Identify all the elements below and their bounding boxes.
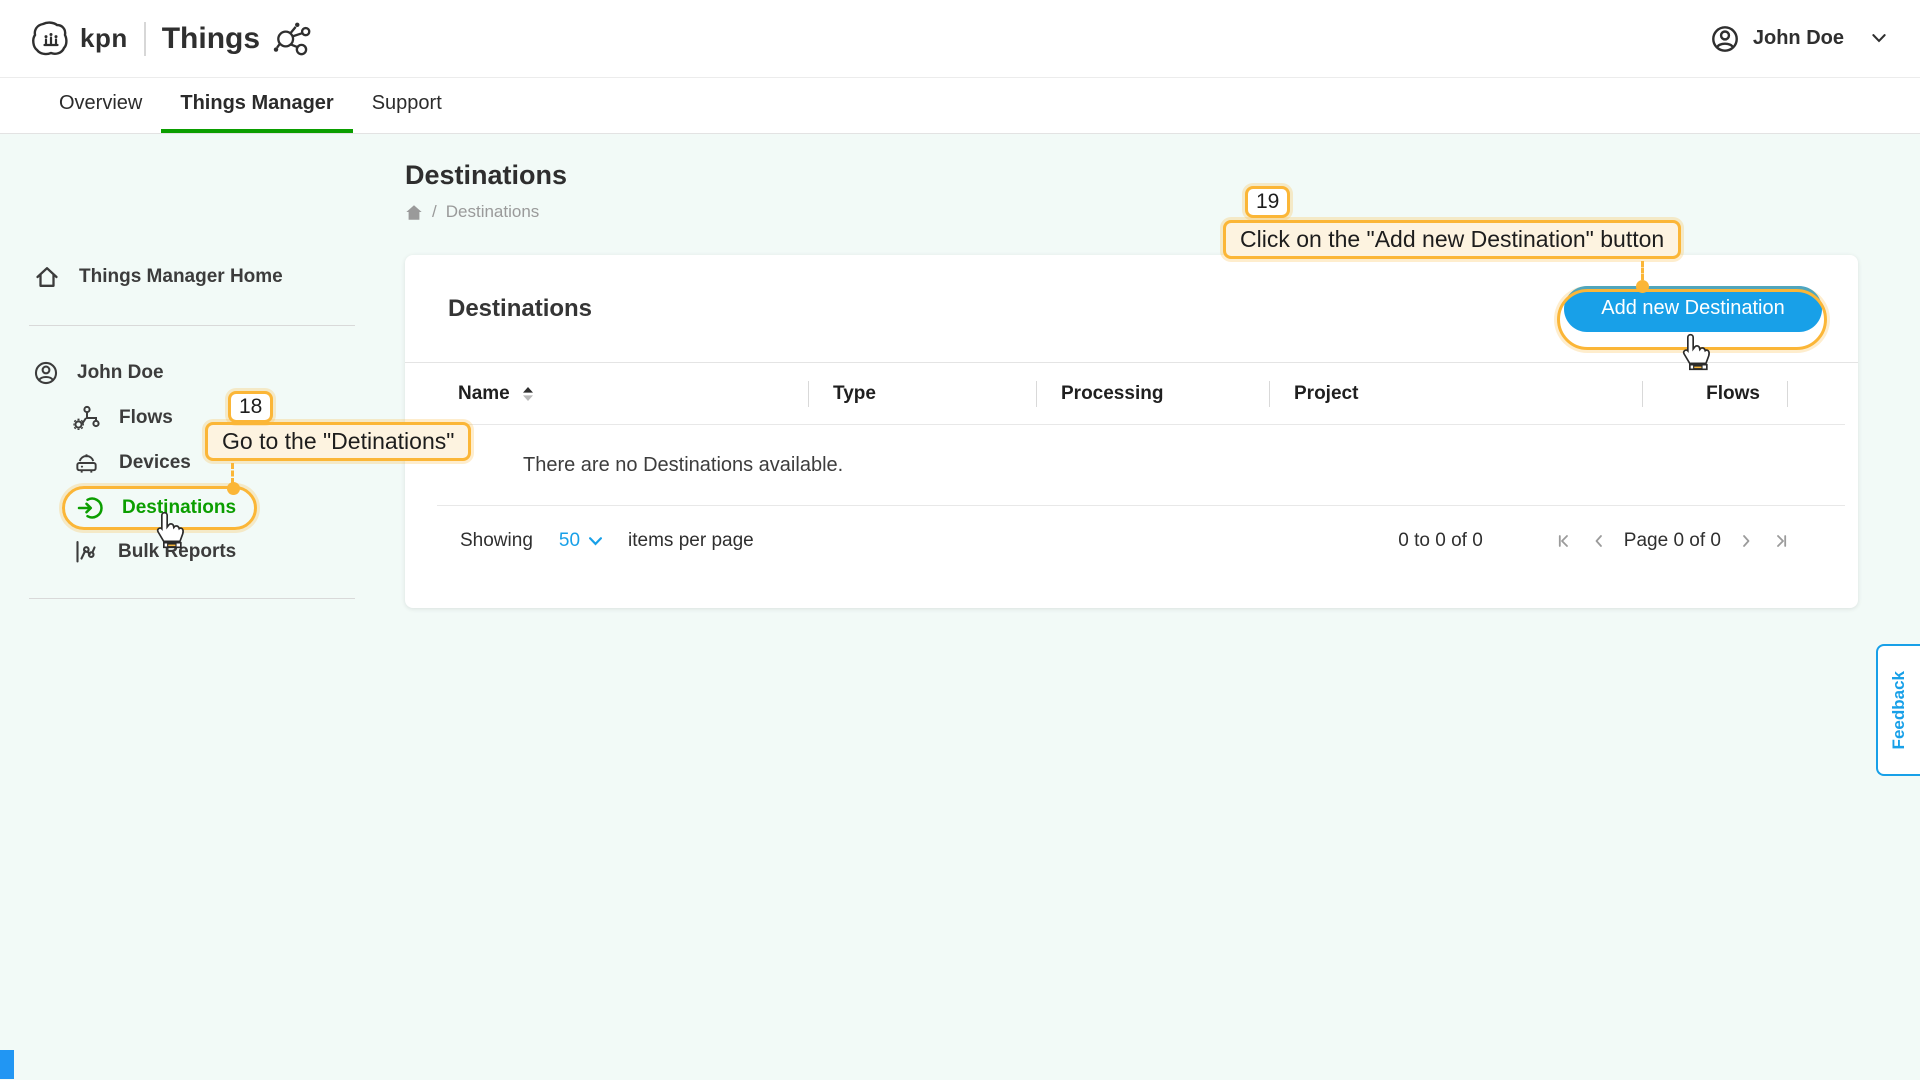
- step-19-connector-line: [1641, 261, 1644, 280]
- page-size-select[interactable]: 50: [559, 530, 602, 552]
- sidebar-divider: [29, 325, 355, 326]
- brand-product-text: Things: [162, 22, 260, 56]
- first-page-icon: [1556, 534, 1571, 548]
- sidebar-divider: [29, 598, 355, 599]
- previous-page-button[interactable]: [1593, 534, 1604, 548]
- hand-cursor-icon: [152, 510, 186, 550]
- brand-logo[interactable]: kpn Things: [29, 17, 312, 61]
- card-footer: Showing 50 items per page 0 to 0 of 0: [405, 506, 1858, 576]
- destinations-icon: [77, 495, 103, 521]
- card-title: Destinations: [448, 295, 592, 323]
- page-title: Destinations: [405, 160, 567, 191]
- page-size-value: 50: [559, 530, 580, 552]
- bulk-reports-icon: [73, 539, 99, 565]
- chevron-down-icon: [589, 537, 602, 546]
- main-nav: Overview Things Manager Support: [0, 78, 1920, 134]
- step-18-badge: 18: [228, 391, 273, 423]
- step-18-tooltip: Go to the "Detinations": [205, 422, 471, 461]
- page-size-control: Showing 50 items per page: [460, 530, 754, 552]
- sidebar-user-label: John Doe: [77, 362, 164, 384]
- range-text: 0 to 0 of 0: [1398, 530, 1483, 552]
- add-new-destination-button[interactable]: Add new Destination: [1564, 286, 1822, 332]
- sidebar-item-flows[interactable]: Flows: [73, 405, 173, 430]
- next-page-icon: [1741, 534, 1752, 548]
- step-19-connector-dot: [1636, 280, 1649, 293]
- items-per-page-label: items per page: [628, 530, 754, 552]
- user-name: John Doe: [1753, 27, 1844, 50]
- destinations-table: Name Type Processing Project Flows There…: [437, 363, 1845, 506]
- breadcrumb-separator: /: [432, 202, 437, 222]
- bottom-left-blue-marker: [0, 1050, 14, 1079]
- breadcrumb-home-icon[interactable]: [405, 204, 423, 221]
- tab-overview[interactable]: Overview: [40, 78, 161, 133]
- column-header-name[interactable]: Name: [437, 363, 808, 424]
- next-page-button[interactable]: [1741, 534, 1752, 548]
- tab-things-manager[interactable]: Things Manager: [161, 78, 352, 133]
- feedback-label: Feedback: [1889, 671, 1909, 749]
- table-header-row: Name Type Processing Project Flows: [437, 363, 1845, 425]
- brand-separator: [144, 22, 146, 56]
- home-icon: [34, 264, 60, 290]
- sidebar-home-label: Things Manager Home: [79, 266, 283, 288]
- things-network-icon: [272, 21, 312, 57]
- sidebar-devices-label: Devices: [119, 452, 191, 474]
- step-18-connector-line: [231, 463, 234, 484]
- user-menu[interactable]: John Doe: [1711, 25, 1886, 53]
- first-page-button[interactable]: [1556, 534, 1571, 548]
- sidebar-item-user[interactable]: John Doe: [34, 361, 164, 385]
- column-header-flows: Flows: [1642, 363, 1787, 424]
- content-area: Things Manager Home John Doe Flows: [0, 134, 1920, 1079]
- tab-support[interactable]: Support: [353, 78, 461, 133]
- sidebar-flows-label: Flows: [119, 407, 173, 429]
- user-avatar-icon: [34, 361, 58, 385]
- app-header: kpn Things John Doe: [0, 0, 1920, 78]
- empty-table-message: There are no Destinations available.: [437, 425, 1845, 506]
- flows-icon: [73, 405, 100, 430]
- feedback-tab[interactable]: Feedback: [1876, 644, 1920, 776]
- destinations-card: Destinations Add new Destination Name Ty…: [405, 255, 1858, 608]
- chevron-down-icon: [1872, 34, 1886, 43]
- column-header-processing: Processing: [1036, 363, 1269, 424]
- column-header-spacer: [1787, 363, 1845, 424]
- breadcrumb: / Destinations: [405, 202, 539, 222]
- sort-icon[interactable]: [522, 386, 534, 402]
- page-text: Page 0 of 0: [1624, 530, 1721, 552]
- previous-page-icon: [1593, 534, 1604, 548]
- sidebar-item-things-manager-home[interactable]: Things Manager Home: [34, 264, 283, 290]
- pagination: 0 to 0 of 0 Page 0 of 0: [1398, 530, 1800, 552]
- showing-label: Showing: [460, 530, 533, 552]
- sidebar-item-devices[interactable]: Devices: [73, 450, 191, 475]
- last-page-icon: [1774, 534, 1789, 548]
- brand-kpn-text: kpn: [80, 23, 128, 54]
- column-header-type: Type: [808, 363, 1036, 424]
- devices-icon: [73, 450, 100, 475]
- step-19-badge: 19: [1245, 186, 1290, 218]
- user-avatar-icon: [1711, 25, 1739, 53]
- breadcrumb-current: Destinations: [446, 202, 540, 222]
- hand-cursor-icon: [1678, 332, 1712, 372]
- kpn-crown-icon: [29, 17, 73, 61]
- last-page-button[interactable]: [1774, 534, 1789, 548]
- column-header-project: Project: [1269, 363, 1642, 424]
- step-18-connector-dot: [227, 482, 240, 495]
- step-19-tooltip: Click on the "Add new Destination" butto…: [1223, 220, 1681, 259]
